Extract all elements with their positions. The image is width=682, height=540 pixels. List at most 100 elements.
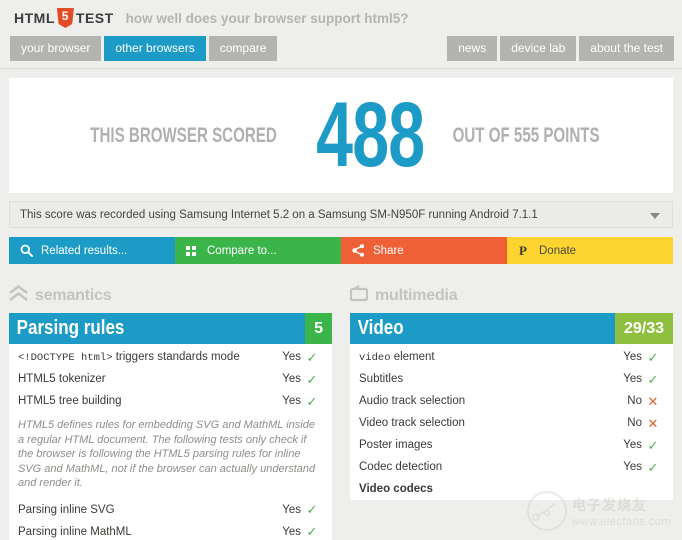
column-semantics: semantics Parsing rules 5 <!DOCTYPE html… xyxy=(9,284,332,540)
logo-test-text: TEST xyxy=(75,10,114,26)
donate-button[interactable]: P Donate xyxy=(507,237,673,264)
chevron-down-icon[interactable] xyxy=(650,212,660,219)
check-icon: ✓ xyxy=(647,349,659,365)
score-value: 488 xyxy=(316,84,425,187)
table-row[interactable]: video element Yes ✓ xyxy=(359,346,664,368)
donate-label: Donate xyxy=(539,244,577,257)
logo-html-text: HTML xyxy=(14,10,55,26)
section-header-video[interactable]: Video 29/33 xyxy=(350,313,673,344)
row-value: No xyxy=(627,395,642,407)
row-value: Yes xyxy=(282,525,301,538)
row-label: Audio track selection xyxy=(359,395,466,407)
row-label: Parsing inline SVG xyxy=(18,503,115,516)
related-results-label: Related results... xyxy=(41,244,128,257)
row-value: Yes xyxy=(282,373,301,385)
row-value: Yes xyxy=(282,503,301,516)
tv-screen-icon xyxy=(349,284,369,307)
table-row[interactable]: Audio track selection No ✕ xyxy=(359,390,664,412)
nav-primary-group: your browser other browsers compare xyxy=(10,36,278,61)
section-body-parsing-rules: <!DOCTYPE html> triggers standards mode … xyxy=(9,344,332,540)
row-label: HTML5 tree building xyxy=(18,395,122,407)
row-label: video element xyxy=(359,351,614,364)
html5-shield-number: 5 xyxy=(61,9,69,23)
logo-wordmark: HTML 5 TEST xyxy=(14,8,114,28)
table-row[interactable]: Subtitles Yes ✓ xyxy=(359,368,664,390)
nav-secondary-group: news device lab about the test xyxy=(447,36,674,61)
table-row[interactable]: Parsing inline MathML Yes ✓ xyxy=(18,521,323,540)
row-label: <!DOCTYPE html> triggers standards mode xyxy=(18,351,273,364)
score-line: THIS BROWSER SCORED 488 OUT OF 555 POINT… xyxy=(54,84,628,187)
row-value: No xyxy=(627,417,642,429)
category-semantics-label: semantics xyxy=(35,287,112,304)
results-columns: semantics Parsing rules 5 <!DOCTYPE html… xyxy=(9,284,673,540)
top-bar: HTML 5 TEST how well does your browser s… xyxy=(0,0,682,68)
section-header-parsing-rules[interactable]: Parsing rules 5 xyxy=(9,313,332,344)
header-divider xyxy=(0,68,682,69)
site-tagline: how well does your browser support html5… xyxy=(125,10,409,26)
section-title-video: Video xyxy=(357,317,404,339)
related-results-button[interactable]: Related results... xyxy=(9,237,175,264)
check-icon: ✓ xyxy=(647,437,659,453)
html5-shield-icon: 5 xyxy=(56,8,74,28)
score-info-text: This score was recorded using Samsung In… xyxy=(20,208,538,221)
row-label-text: element xyxy=(390,350,435,363)
cross-icon: ✕ xyxy=(647,393,659,409)
category-multimedia-label: multimedia xyxy=(375,287,458,304)
category-semantics: semantics xyxy=(9,284,332,306)
check-icon: ✓ xyxy=(306,502,318,517)
row-value: Yes xyxy=(623,439,642,451)
check-icon: ✓ xyxy=(306,393,318,409)
table-row[interactable]: HTML5 tree building Yes ✓ xyxy=(18,390,323,412)
score-info-bar[interactable]: This score was recorded using Samsung In… xyxy=(9,201,673,228)
table-row[interactable]: Codec detection Yes ✓ xyxy=(359,456,664,478)
table-row[interactable]: HTML5 tokenizer Yes ✓ xyxy=(18,368,323,390)
table-row[interactable]: <!DOCTYPE html> triggers standards mode … xyxy=(18,346,323,368)
row-label-text: triggers standards mode xyxy=(112,350,240,363)
row-value: Yes xyxy=(282,395,301,407)
check-icon: ✓ xyxy=(306,524,318,539)
action-bar: Related results... Compare to... Share P… xyxy=(9,237,673,264)
table-row[interactable]: Video track selection No ✕ xyxy=(359,412,664,434)
table-row[interactable]: Poster images Yes ✓ xyxy=(359,434,664,456)
nav-item-device-lab[interactable]: device lab xyxy=(500,36,577,61)
cross-icon: ✕ xyxy=(647,415,659,431)
site-logo[interactable]: HTML 5 TEST how well does your browser s… xyxy=(14,8,408,28)
section-body-video: video element Yes ✓ Subtitles Yes ✓ Audi… xyxy=(350,344,673,500)
row-value: Yes xyxy=(623,351,642,363)
check-icon: ✓ xyxy=(647,459,659,475)
score-prefix-label: THIS BROWSER SCORED xyxy=(90,123,277,147)
nav-item-other-browsers[interactable]: other browsers xyxy=(104,36,206,61)
nav-item-compare[interactable]: compare xyxy=(208,36,278,61)
row-label: Subtitles xyxy=(359,373,404,385)
row-value: Yes xyxy=(623,461,642,473)
row-label: Video codecs xyxy=(359,483,433,495)
nav-item-news[interactable]: news xyxy=(447,36,498,61)
row-value: Yes xyxy=(282,351,301,363)
nav-item-your-browser[interactable]: your browser xyxy=(10,36,102,61)
section-score-parsing-rules: 5 xyxy=(305,313,332,344)
category-multimedia: multimedia xyxy=(349,284,673,307)
main-nav: your browser other browsers compare news… xyxy=(0,36,682,62)
share-button[interactable]: Share xyxy=(341,237,507,264)
section-note: HTML5 defines rules for embedding SVG an… xyxy=(18,419,316,489)
row-label: Video track selection xyxy=(359,417,465,429)
grid-icon xyxy=(185,244,199,258)
search-icon xyxy=(19,244,33,258)
compare-to-label: Compare to... xyxy=(207,244,277,257)
paypal-icon: P xyxy=(517,244,531,258)
score-panel: THIS BROWSER SCORED 488 OUT OF 555 POINT… xyxy=(9,78,673,193)
check-icon: ✓ xyxy=(306,371,318,387)
check-icon: ✓ xyxy=(647,371,659,387)
nav-item-about-the-test[interactable]: about the test xyxy=(579,36,674,61)
check-icon: ✓ xyxy=(306,349,318,365)
table-subheading-row: Video codecs xyxy=(359,478,664,500)
section-title-parsing-rules: Parsing rules xyxy=(16,317,125,339)
row-label: Poster images xyxy=(359,439,433,451)
row-value: Yes xyxy=(623,373,642,385)
compare-to-button[interactable]: Compare to... xyxy=(175,237,341,264)
row-label: Parsing inline MathML xyxy=(18,525,132,538)
table-row[interactable]: Parsing inline SVG Yes ✓ xyxy=(18,499,323,521)
share-icon xyxy=(351,244,365,258)
section-score-video: 29/33 xyxy=(614,313,673,344)
share-label: Share xyxy=(373,244,404,257)
